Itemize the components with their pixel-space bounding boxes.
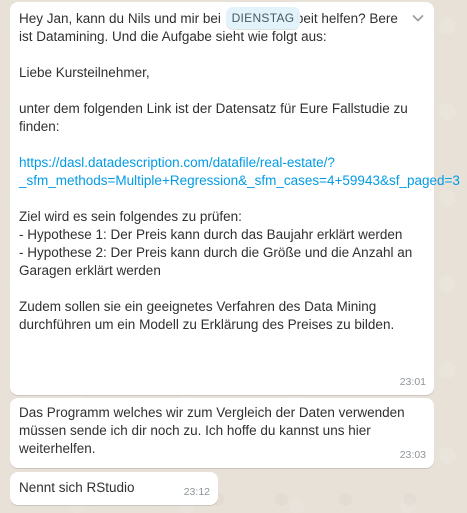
message-line: - Hypothese 2: Der Preis kann durch die … (19, 245, 416, 278)
message-line: unter dem folgenden Link ist der Datensa… (19, 101, 412, 134)
message-time: 23:01 (399, 376, 426, 388)
message-line: Ziel wird es sein folgendes zu prüfen: (19, 209, 242, 224)
dataset-link[interactable]: https://dasl.datadescription.com/datafil… (19, 155, 460, 188)
message-text-part: Hey Jan, kann du Nils und mir bei (19, 11, 221, 26)
message-line-intro: Hey Jan, kann du Nils und mir bei beit he… (19, 10, 425, 28)
message-content: Hey Jan, kann du Nils und mir bei beit he… (19, 10, 460, 334)
message-text-part: beit helfen? Bere (295, 11, 398, 26)
message-time: 23:12 (183, 486, 210, 498)
incoming-message-bubble[interactable]: Nennt sich RStudio 23:12 (10, 472, 218, 505)
chevron-down-icon[interactable] (410, 10, 426, 26)
message-line: Zudem sollen sie ein geeignetes Verfahre… (19, 299, 395, 332)
message-text: Nennt sich RStudio (19, 480, 135, 495)
message-content: Das Programm welches wir zum Vergleich d… (19, 404, 425, 458)
message-line: Liebe Kursteilnehmer, (19, 65, 150, 80)
message-time: 23:03 (399, 449, 426, 461)
incoming-message-bubble[interactable]: Hey Jan, kann du Nils und mir bei beit he… (10, 2, 460, 395)
message-text: Das Programm welches wir zum Vergleich d… (19, 405, 409, 456)
message-line: ist Datamining. Und die Aufgabe sieht wi… (19, 29, 327, 44)
incoming-message-bubble[interactable]: Das Programm welches wir zum Vergleich d… (10, 398, 434, 468)
message-line: - Hypothese 1: Der Preis kann durch das … (19, 227, 403, 242)
date-separator: DIENSTAG (226, 7, 300, 29)
message-content: Nennt sich RStudio (19, 479, 135, 497)
